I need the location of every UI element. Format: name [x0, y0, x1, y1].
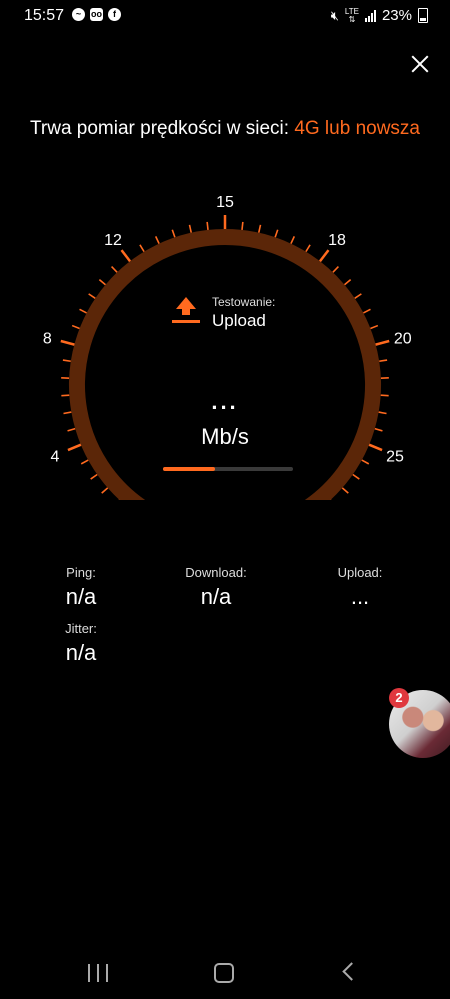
signal-icon [364, 9, 376, 22]
ping-label: Ping: [66, 565, 96, 580]
gauge-minor-tick [341, 487, 349, 494]
gauge-minor-tick [101, 487, 109, 494]
battery-icon [418, 8, 428, 23]
gauge-minor-tick [332, 265, 339, 273]
gauge-ticks [60, 215, 390, 500]
upload-icon [172, 297, 200, 323]
facebook-icon: f [108, 8, 121, 21]
gauge-minor-tick [62, 359, 71, 363]
gauge-minor-tick [274, 229, 279, 238]
recents-icon[interactable] [88, 964, 108, 982]
gauge-major-tick [60, 339, 77, 347]
gauge-minor-tick [370, 324, 379, 330]
gauge-minor-tick [343, 278, 352, 286]
ping-stat: Ping: n/a [21, 565, 141, 610]
gauge-minor-tick [80, 459, 89, 465]
home-icon[interactable] [214, 963, 234, 983]
download-stat: Download: n/a [156, 565, 276, 610]
jitter-stat: Jitter: n/a [21, 621, 141, 666]
gauge-minor-tick [98, 278, 107, 286]
network-type: LTE [344, 6, 359, 16]
headline-text: Trwa pomiar prędkości w sieci: [30, 118, 295, 139]
system-nav-bar [0, 944, 450, 999]
gauge-minor-tick [206, 221, 209, 231]
messenger-icon: ~ [72, 8, 85, 21]
lte-indicator: LTE ⇅ [344, 6, 359, 24]
gauge-arc [69, 229, 381, 500]
messenger-chat-head[interactable]: 2 [389, 688, 450, 758]
gauge-minor-tick [139, 244, 145, 253]
test-progress-bar [163, 467, 293, 471]
gauge-minor-tick [352, 473, 360, 480]
gauge-major-tick [317, 249, 330, 264]
jitter-label: Jitter: [65, 621, 97, 636]
gauge-minor-tick [88, 293, 96, 299]
upload-stat: Upload: ... [300, 565, 420, 610]
gauge-minor-tick [354, 293, 362, 299]
unread-badge: 2 [389, 688, 409, 708]
status-right: 🔇︎ LTE ⇅ 23% [331, 7, 428, 24]
gauge-tick-label: 20 [394, 330, 412, 347]
speed-value: ... [211, 389, 239, 414]
speed-unit: Mb/s [201, 424, 249, 449]
ping-value: n/a [65, 584, 97, 609]
gauge-tick-label: 8 [43, 330, 52, 347]
close-icon[interactable] [407, 51, 433, 77]
gauge-minor-tick [241, 221, 244, 231]
gauge-tick-label: 15 [216, 194, 234, 211]
battery-percent: 23% [381, 7, 412, 24]
back-icon[interactable] [342, 962, 361, 981]
status-time: 15:57 [24, 7, 65, 24]
test-phase: Upload [212, 311, 266, 330]
download-value: n/a [200, 584, 232, 609]
notification-icons: ~ oo f [72, 8, 121, 21]
gauge-minor-tick [90, 473, 98, 480]
gauge-major-tick [373, 339, 390, 347]
gauge-minor-tick [257, 224, 262, 233]
gauge-minor-tick [305, 244, 311, 253]
gauge-minor-tick [379, 359, 388, 363]
gauge-minor-tick [111, 265, 118, 273]
gauge-tick-label: 25 [386, 448, 404, 465]
speed-gauge: 048121518202530 [43, 194, 412, 500]
gauge-tick-label: 12 [104, 232, 122, 249]
gauge-minor-tick [171, 229, 176, 238]
gauge-major-tick [120, 249, 133, 264]
gauge-minor-tick [363, 308, 371, 314]
gauge-minor-tick [361, 459, 370, 465]
mute-icon: 🔇︎ [330, 7, 339, 23]
test-progress-fill [163, 467, 215, 471]
status-bar: 15:57 ~ oo f 🔇︎ LTE ⇅ 23% [0, 0, 450, 34]
measurement-headline: Trwa pomiar prędkości w sieci: 4G lub no… [0, 118, 450, 140]
gauge-minor-tick [71, 324, 80, 330]
jitter-value: n/a [65, 640, 97, 665]
test-caption: Testowanie: [212, 295, 276, 309]
upload-label: Upload: [337, 565, 383, 580]
gauge-tick-label: 4 [51, 448, 60, 465]
gauge-minor-tick [290, 236, 296, 244]
download-label: Download: [185, 565, 247, 580]
gauge-minor-tick [154, 236, 160, 244]
gauge-minor-tick [79, 308, 87, 314]
incognito-icon: oo [90, 8, 103, 21]
upload-value: ... [350, 584, 370, 609]
gauge-minor-tick [188, 224, 193, 233]
network-type-label: 4G lub nowsza [294, 118, 420, 139]
gauge-tick-label: 18 [328, 232, 346, 249]
